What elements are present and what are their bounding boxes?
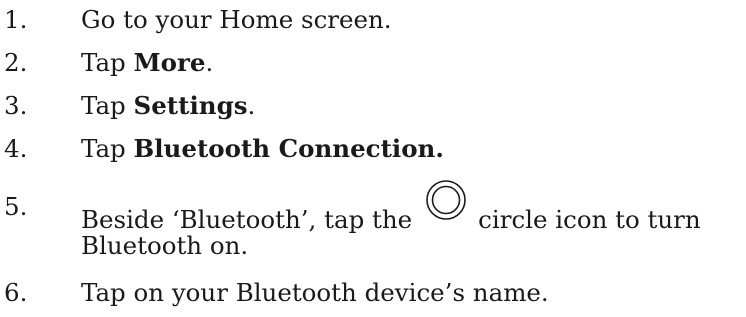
- circle-icon: [424, 178, 468, 222]
- step-text-suffix: .: [205, 48, 214, 77]
- step-text-prefix: Tap: [81, 48, 134, 77]
- step-text-prefix: Tap: [81, 91, 134, 120]
- step-text: Tap Bluetooth Connection.: [81, 132, 444, 166]
- step-text-suffix: .: [247, 91, 256, 120]
- step-number: 2.: [4, 48, 28, 77]
- step-text-continued: Bluetooth on.: [81, 231, 249, 260]
- step-number: 6.: [4, 278, 28, 307]
- step-number: 5.: [4, 192, 28, 221]
- step-text: Go to your Home screen.: [81, 5, 392, 34]
- instruction-list: 1. Go to your Home screen. 2. Tap More. …: [0, 0, 746, 317]
- step-text-after-icon: circle icon to turn: [478, 205, 701, 234]
- step-text: Tap on your Bluetooth device’s name.: [81, 278, 549, 307]
- step-number: 1.: [4, 5, 28, 34]
- step-text-bold: Settings: [133, 91, 248, 120]
- step-number: 3.: [4, 91, 28, 120]
- step-number: 4.: [4, 134, 28, 163]
- step-text-prefix: Tap: [81, 134, 134, 163]
- step-text: Tap Settings.: [81, 89, 255, 123]
- step-text-bold: Bluetooth Connection.: [133, 134, 444, 163]
- step-text-bold: More: [133, 48, 206, 77]
- step-text: Tap More.: [81, 46, 213, 80]
